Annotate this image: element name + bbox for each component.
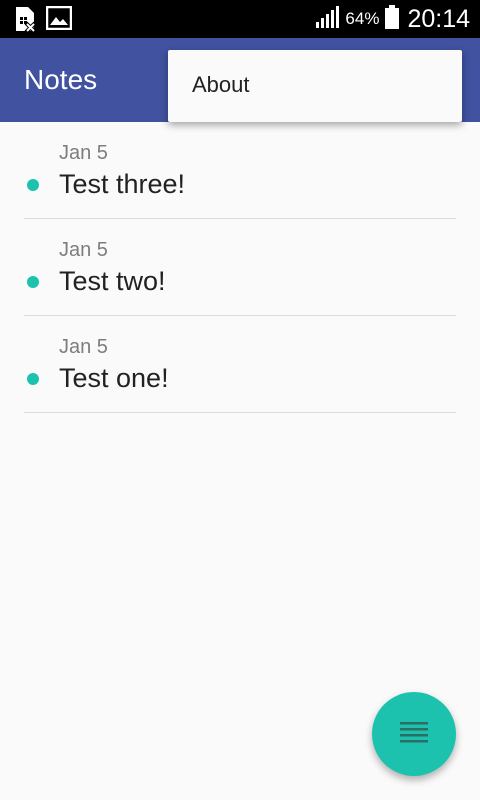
list-fab-button[interactable] [372,692,456,776]
app-title: Notes [24,64,98,95]
list-item[interactable]: Jan 5 Test three! [24,122,456,219]
image-icon [45,5,73,36]
notes-list: Jan 5 Test three! Jan 5 Test two! Jan 5 … [0,122,480,413]
note-bullet-icon [27,373,39,385]
list-item[interactable]: Jan 5 Test two! [24,219,456,316]
note-title: Test three! [59,169,186,199]
overflow-menu: About [168,50,462,122]
note-title: Test one! [59,363,169,393]
status-bar-right: 64% 20:14 [315,0,470,38]
status-bar: 64% 20:14 [0,0,480,38]
note-title: Test two! [59,266,166,296]
sim-card-blocked-icon [14,6,37,36]
list-item[interactable]: Jan 5 Test one! [24,316,456,413]
note-date: Jan 5 [59,239,108,261]
note-date: Jan 5 [59,142,108,164]
status-bar-left-icons [14,5,73,36]
battery-icon [385,5,400,33]
battery-percent: 64% [345,9,380,28]
note-date: Jan 5 [59,336,108,358]
signal-icon [315,6,340,32]
clock: 20:14 [407,4,470,33]
list-icon [400,721,428,747]
note-bullet-icon [27,179,39,191]
note-bullet-icon [27,276,39,288]
menu-item-about[interactable]: About [192,72,250,98]
